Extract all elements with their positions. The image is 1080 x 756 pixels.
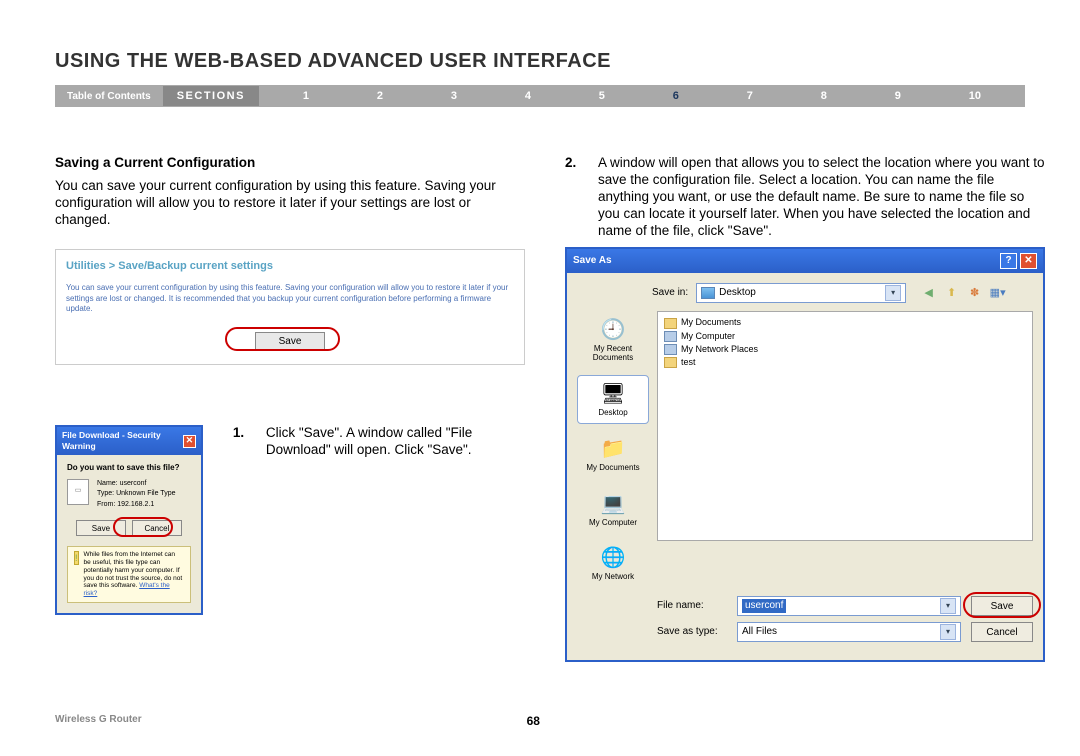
places-item[interactable]: 🖥 Desktop bbox=[577, 375, 649, 424]
place-icon: 📁 bbox=[598, 436, 628, 462]
folder-icon bbox=[664, 318, 677, 329]
section-link-6[interactable]: 6 bbox=[673, 90, 679, 102]
savein-dropdown[interactable]: Desktop ▾ bbox=[696, 283, 906, 303]
folder-icon bbox=[664, 331, 677, 342]
step-1: 1. Click "Save". A window called "File D… bbox=[233, 425, 525, 459]
filename-field[interactable]: userconf ▾ bbox=[737, 596, 961, 616]
savetype-dropdown[interactable]: All Files ▾ bbox=[737, 622, 961, 642]
nav-toc[interactable]: Table of Contents bbox=[55, 91, 163, 102]
from-value: 192.168.2.1 bbox=[117, 501, 154, 508]
section-link-1[interactable]: 1 bbox=[303, 90, 309, 102]
folder-icon bbox=[664, 357, 677, 368]
file-item-label: My Network Places bbox=[681, 344, 758, 355]
step-text: A window will open that allows you to se… bbox=[598, 155, 1045, 239]
places-item[interactable]: 🌐 My Network bbox=[577, 539, 649, 588]
panel-blurb: You can save your current configuration … bbox=[66, 283, 514, 314]
file-list-pane[interactable]: My Documents My Computer My Network Places… bbox=[657, 311, 1033, 541]
section-link-2[interactable]: 2 bbox=[377, 90, 383, 102]
place-label: My Computer bbox=[589, 519, 637, 528]
step-number: 2. bbox=[565, 155, 580, 239]
chevron-down-icon[interactable]: ▾ bbox=[885, 285, 901, 301]
place-label: My Recent Documents bbox=[580, 345, 646, 363]
dlg2-save-button[interactable]: Save bbox=[971, 596, 1033, 616]
section-link-10[interactable]: 10 bbox=[969, 90, 981, 102]
file-icon: ▭ bbox=[67, 479, 89, 505]
step-2: 2. A window will open that allows you to… bbox=[565, 155, 1045, 239]
file-item[interactable]: My Computer bbox=[662, 330, 1028, 343]
section-link-5[interactable]: 5 bbox=[599, 90, 605, 102]
up-icon[interactable]: ⬆ bbox=[943, 285, 960, 302]
page-number: 68 bbox=[527, 714, 540, 728]
chevron-down-icon[interactable]: ▾ bbox=[940, 598, 956, 614]
file-item-label: test bbox=[681, 357, 696, 368]
places-sidebar: 🕘 My Recent Documents 🖥 Desktop 📁 My Document… bbox=[577, 311, 649, 588]
chevron-down-icon[interactable]: ▾ bbox=[940, 624, 956, 640]
step-text: Click "Save". A window called "File Down… bbox=[266, 425, 525, 459]
savein-value: Desktop bbox=[719, 287, 756, 300]
section-link-9[interactable]: 9 bbox=[895, 90, 901, 102]
file-item[interactable]: test bbox=[662, 356, 1028, 369]
page-title: USING THE WEB-BASED ADVANCED USER INTERF… bbox=[55, 50, 1025, 73]
places-item[interactable]: 📁 My Documents bbox=[577, 430, 649, 479]
help-icon[interactable]: ? bbox=[1000, 253, 1017, 269]
right-column: 2. A window will open that allows you to… bbox=[565, 155, 1045, 662]
place-label: My Network bbox=[592, 573, 634, 582]
file-download-dialog: File Download - Security Warning ✕ Do yo… bbox=[55, 425, 203, 615]
places-item[interactable]: 💻 My Computer bbox=[577, 485, 649, 534]
section-link-8[interactable]: 8 bbox=[821, 90, 827, 102]
section-link-4[interactable]: 4 bbox=[525, 90, 531, 102]
new-folder-icon[interactable]: ✽ bbox=[966, 285, 983, 302]
type-value: Unknown File Type bbox=[116, 490, 175, 497]
place-icon: 🖥 bbox=[598, 381, 628, 407]
filename-value: userconf bbox=[742, 599, 786, 614]
dlg1-cancel-button[interactable]: Cancel bbox=[132, 520, 182, 536]
nav-sections-label: SECTIONS bbox=[163, 86, 259, 106]
name-value: userconf bbox=[120, 480, 147, 487]
section-subheading: Saving a Current Configuration bbox=[55, 155, 525, 172]
places-item[interactable]: 🕘 My Recent Documents bbox=[577, 311, 649, 369]
place-label: My Documents bbox=[586, 464, 639, 473]
save-as-dialog: Save As ? ✕ Save in: Desktop ▾ ◀ ⬆ bbox=[565, 247, 1045, 662]
dialog-question: Do you want to save this file? bbox=[67, 463, 191, 473]
utilities-panel: Utilities > Save/Backup current settings… bbox=[55, 249, 525, 366]
shield-icon: ! bbox=[74, 551, 79, 565]
folder-icon bbox=[664, 344, 677, 355]
place-icon: 🌐 bbox=[598, 545, 628, 571]
footer-left: Wireless G Router bbox=[55, 714, 142, 728]
type-label: Type: bbox=[97, 490, 114, 497]
dlg1-save-button[interactable]: Save bbox=[76, 520, 126, 536]
close-icon[interactable]: ✕ bbox=[183, 435, 196, 448]
dialog-title: Save As bbox=[573, 255, 612, 268]
from-label: From: bbox=[97, 501, 115, 508]
savein-label: Save in: bbox=[652, 287, 688, 300]
section-link-3[interactable]: 3 bbox=[451, 90, 457, 102]
place-icon: 💻 bbox=[598, 491, 628, 517]
place-label: Desktop bbox=[598, 409, 627, 418]
back-icon[interactable]: ◀ bbox=[920, 285, 937, 302]
panel-save-button[interactable]: Save bbox=[255, 332, 325, 350]
dialog-title: File Download - Security Warning bbox=[62, 430, 183, 451]
page-footer: Wireless G Router 68 bbox=[55, 714, 1025, 728]
place-icon: 🕘 bbox=[598, 317, 628, 343]
name-label: Name: bbox=[97, 480, 118, 487]
close-icon[interactable]: ✕ bbox=[1020, 253, 1037, 269]
intro-paragraph: You can save your current configuration … bbox=[55, 178, 525, 229]
step-number: 1. bbox=[233, 425, 248, 459]
savetype-label: Save as type: bbox=[657, 626, 727, 639]
file-item-label: My Computer bbox=[681, 331, 735, 342]
panel-breadcrumb: Utilities > Save/Backup current settings bbox=[66, 260, 514, 274]
views-icon[interactable]: ▦▾ bbox=[989, 285, 1006, 302]
filename-label: File name: bbox=[657, 600, 727, 613]
savetype-value: All Files bbox=[742, 626, 777, 639]
file-item[interactable]: My Network Places bbox=[662, 343, 1028, 356]
left-column: Saving a Current Configuration You can s… bbox=[55, 155, 525, 662]
dlg2-cancel-button[interactable]: Cancel bbox=[971, 622, 1033, 642]
section-link-7[interactable]: 7 bbox=[747, 90, 753, 102]
file-item[interactable]: My Documents bbox=[662, 316, 1028, 329]
file-item-label: My Documents bbox=[681, 317, 741, 328]
warning-text: While files from the Internet can be use… bbox=[84, 551, 184, 598]
desktop-icon bbox=[701, 287, 715, 299]
section-nav: Table of Contents SECTIONS 1 2 3 4 5 6 7 8 9 10 bbox=[55, 85, 1025, 107]
